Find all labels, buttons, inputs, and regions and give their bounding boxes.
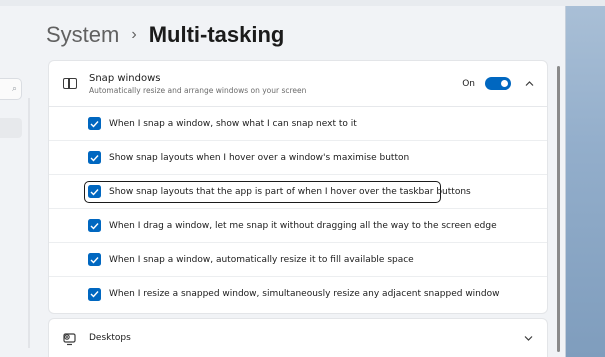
- snap-option-label: When I snap a window, automatically resi…: [109, 254, 414, 265]
- snap-option-label: When I drag a window, let me snap it wit…: [109, 220, 497, 231]
- snap-option-label: Show snap layouts when I hover over a wi…: [109, 152, 410, 163]
- snap-windows-toggle-group: On: [462, 77, 535, 90]
- snap-option-row[interactable]: When I snap a window, automatically resi…: [49, 243, 547, 277]
- settings-window: ⌕ System › Multi-tasking Snap windows Au…: [0, 0, 605, 357]
- desktop-background: [565, 6, 605, 357]
- snap-windows-subtitle: Automatically resize and arrange windows…: [89, 85, 307, 95]
- checkbox-checked-icon[interactable]: [88, 253, 101, 266]
- checkbox-checked-icon[interactable]: [88, 287, 101, 301]
- nav-divider: [28, 98, 30, 348]
- snap-option-row[interactable]: When I snap a window, show what I can sn…: [49, 107, 547, 141]
- checkbox-checked-icon[interactable]: [88, 151, 101, 164]
- search-box-edge[interactable]: ⌕: [0, 78, 22, 100]
- checkbox-checked-icon[interactable]: [88, 117, 101, 130]
- navigation-pane-edge: ⌕: [0, 68, 30, 357]
- snap-option-row[interactable]: When I resize a snapped window, simultan…: [49, 277, 547, 311]
- breadcrumb-separator-icon: ›: [131, 26, 137, 43]
- chevron-up-icon[interactable]: [525, 80, 534, 88]
- snap-option-row[interactable]: Show snap layouts that the app is part o…: [49, 175, 547, 209]
- snap-option-label: Show snap layouts that the app is part o…: [109, 186, 471, 197]
- scrollbar[interactable]: [557, 66, 560, 352]
- desktops-icon: [63, 331, 77, 346]
- window-top-edge: [0, 0, 605, 6]
- snap-windows-icon: [63, 78, 77, 89]
- breadcrumb: System › Multi-tasking: [46, 22, 284, 48]
- toggle-knob: [501, 80, 508, 87]
- snap-options-list: When I snap a window, show what I can sn…: [49, 107, 547, 311]
- breadcrumb-system[interactable]: System: [46, 22, 119, 48]
- snap-option-label: When I resize a snapped window, simultan…: [109, 289, 500, 299]
- chevron-down-icon[interactable]: [524, 334, 533, 342]
- snap-option-row[interactable]: Show snap layouts when I hover over a wi…: [49, 141, 547, 175]
- snap-windows-panel: Snap windows Automatically resize and ar…: [48, 60, 548, 314]
- snap-windows-header[interactable]: Snap windows Automatically resize and ar…: [49, 61, 547, 107]
- snap-windows-text: Snap windows Automatically resize and ar…: [89, 72, 462, 96]
- snap-windows-title: Snap windows: [89, 72, 161, 84]
- checkbox-checked-icon[interactable]: [88, 219, 101, 232]
- snap-windows-toggle[interactable]: [485, 77, 511, 90]
- desktops-row[interactable]: Desktops: [48, 318, 548, 357]
- nav-item-selected-edge[interactable]: [0, 118, 22, 138]
- desktops-label: Desktops: [89, 333, 131, 343]
- page-title: Multi-tasking: [148, 22, 285, 47]
- toggle-state-label: On: [462, 78, 475, 89]
- snap-option-label: When I snap a window, show what I can sn…: [109, 118, 357, 129]
- snap-option-row[interactable]: When I drag a window, let me snap it wit…: [49, 209, 547, 243]
- checkbox-checked-icon[interactable]: [88, 185, 101, 198]
